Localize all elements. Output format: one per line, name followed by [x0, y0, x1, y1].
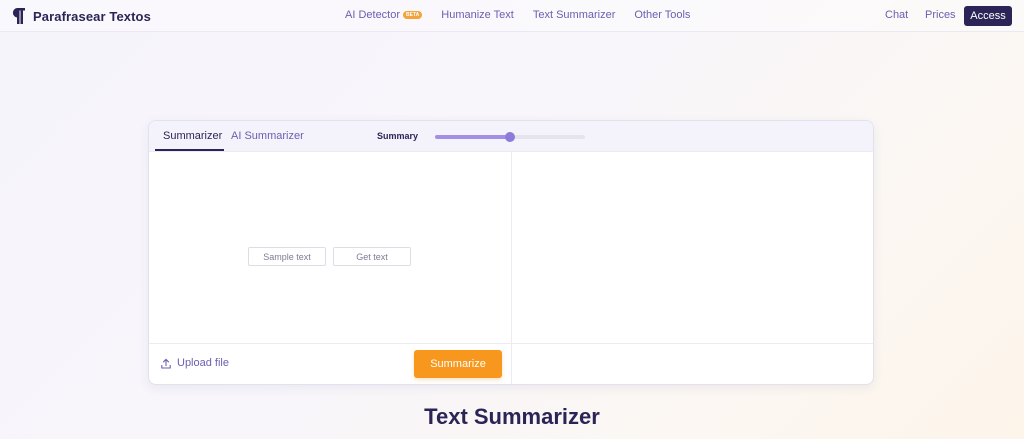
slider-fill	[435, 135, 510, 139]
tab-ai-summarizer[interactable]: AI Summarizer	[231, 130, 304, 142]
summary-length-slider[interactable]	[435, 132, 585, 142]
prices-link[interactable]: Prices	[925, 9, 956, 21]
tab-summarizer[interactable]: Summarizer	[163, 130, 222, 142]
main-nav: AI Detector BETA Humanize Text Text Summa…	[345, 9, 690, 21]
summary-length-label: Summary	[377, 131, 419, 141]
upload-icon	[161, 358, 171, 369]
upload-file-button[interactable]: Upload file	[161, 357, 229, 369]
summarizer-card: Summarizer AI Summarizer Summary Sample …	[148, 120, 874, 385]
panel-divider	[511, 152, 512, 384]
access-button[interactable]: Access	[964, 6, 1012, 26]
active-tab-indicator	[155, 149, 224, 151]
summarize-button[interactable]: Summarize	[414, 350, 502, 378]
page-heading: Text Summarizer	[424, 404, 600, 429]
nav-ai-detector[interactable]: AI Detector BETA	[345, 9, 423, 21]
brand-logo[interactable]: Parafrasear Textos	[10, 7, 151, 25]
get-text-button[interactable]: Get text	[333, 247, 411, 266]
upload-file-label: Upload file	[177, 357, 229, 369]
brand-name: Parafrasear Textos	[33, 8, 151, 24]
tab-bar: Summarizer AI Summarizer Summary	[149, 121, 873, 152]
top-header: Parafrasear Textos AI Detector BETA Human…	[0, 0, 1024, 32]
pilcrow-icon	[12, 8, 25, 24]
sample-text-button[interactable]: Sample text	[248, 247, 326, 266]
slider-thumb[interactable]	[505, 132, 515, 142]
nav-humanize-text[interactable]: Humanize Text	[441, 9, 514, 21]
beta-badge: BETA	[403, 11, 423, 19]
nav-text-summarizer[interactable]: Text Summarizer	[533, 9, 616, 21]
footer-divider	[149, 343, 873, 344]
chat-link[interactable]: Chat	[885, 9, 908, 21]
nav-other-tools[interactable]: Other Tools	[634, 9, 690, 21]
